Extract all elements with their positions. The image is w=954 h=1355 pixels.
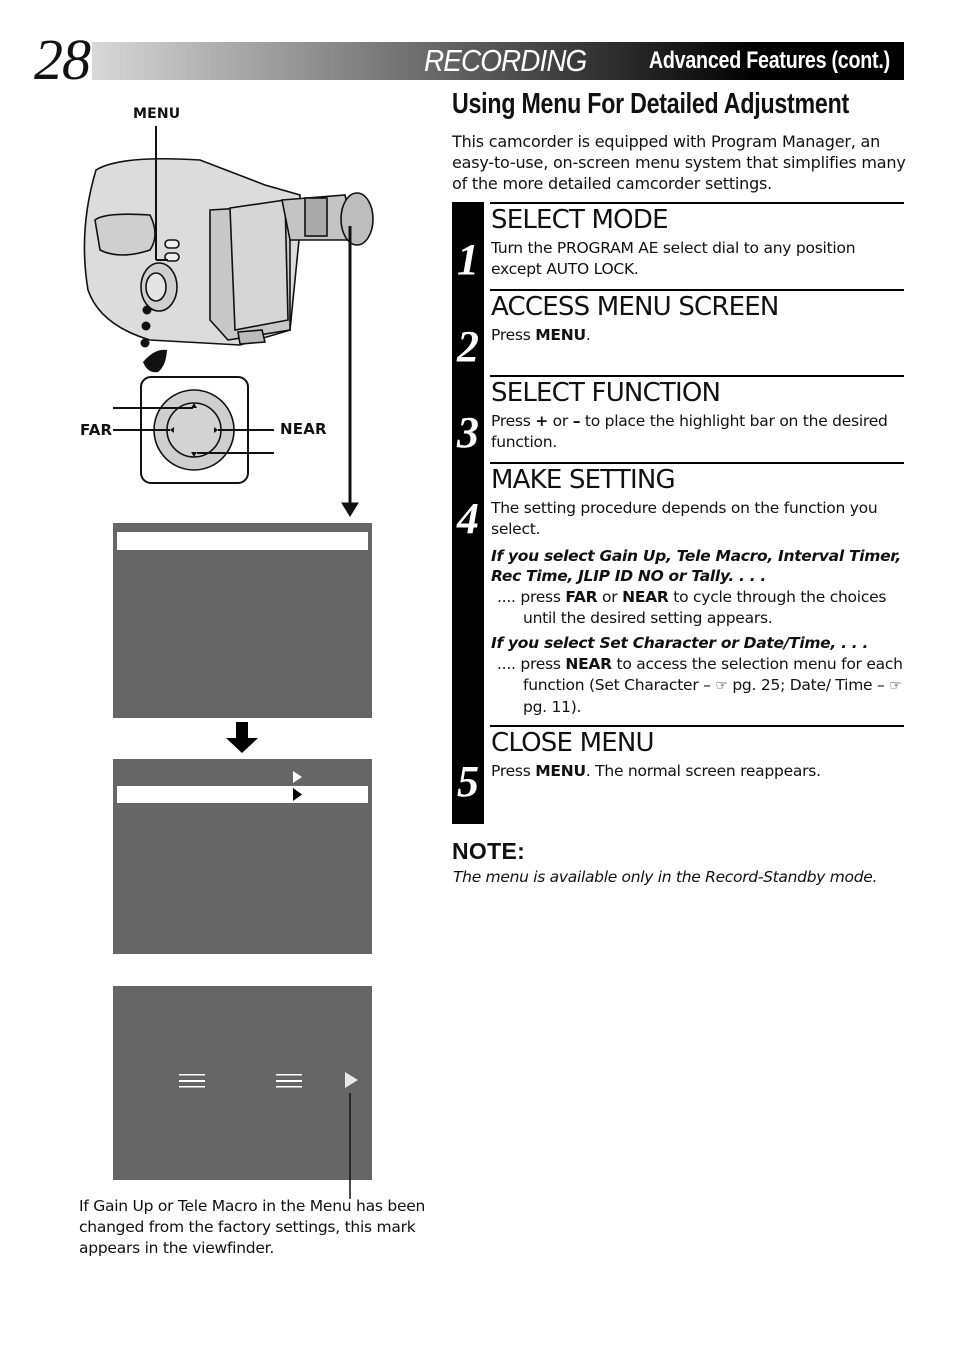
near-label: NEAR xyxy=(280,420,327,438)
text: pg. 25; Date/ Time – xyxy=(732,676,890,694)
mark-caption: If Gain Up or Tele Macro in the Menu has… xyxy=(79,1197,426,1257)
text: Press xyxy=(491,762,536,780)
case1-heading: If you select Gain Up, Tele Macro, Inter… xyxy=(491,547,901,585)
far-label: FAR xyxy=(80,421,113,439)
changed-setting-mark-icon xyxy=(345,1072,358,1088)
far-keyword: FAR xyxy=(565,588,598,606)
text: . The normal screen reappears. xyxy=(585,762,821,780)
equals-mark-icon xyxy=(179,1074,205,1088)
text: .... press xyxy=(497,655,566,673)
pointing-hand-icon: ☞ xyxy=(889,678,902,694)
text: or xyxy=(597,588,623,606)
note-text: The menu is available only in the Record… xyxy=(453,868,878,886)
case1-instruction: .... press FAR or NEAR to cycle through … xyxy=(497,587,907,629)
step-divider xyxy=(490,725,904,727)
submenu-arrow-icon xyxy=(293,771,302,783)
highlight-bar xyxy=(117,786,368,803)
menu-screen-2 xyxy=(113,759,372,954)
step-title-5: CLOSE MENU xyxy=(491,728,655,758)
menu-screen-1 xyxy=(113,523,372,718)
text: .... press xyxy=(497,588,566,606)
step-number-5: 5 xyxy=(457,757,479,806)
pointing-hand-icon: ☞ xyxy=(715,678,728,694)
submenu-arrow-icon xyxy=(293,788,302,801)
caption-leader-line xyxy=(349,1093,351,1199)
note-heading: NOTE: xyxy=(452,838,526,864)
near-keyword: NEAR xyxy=(565,655,612,673)
menu-keyword: MENU xyxy=(535,762,586,780)
text: pg. 11). xyxy=(523,698,582,716)
case2-heading: If you select Set Character or Date/Time… xyxy=(491,634,869,652)
near-keyword: NEAR xyxy=(622,588,669,606)
down-arrow-icon xyxy=(226,722,258,753)
equals-mark-icon xyxy=(276,1074,302,1088)
step-text-5: Press MENU. The normal screen reappears. xyxy=(491,761,905,782)
highlight-bar xyxy=(117,532,368,550)
control-pad-illustration xyxy=(113,376,274,484)
viewfinder-screen xyxy=(113,986,372,1180)
case2-instruction: .... press NEAR to access the selection … xyxy=(497,654,907,718)
